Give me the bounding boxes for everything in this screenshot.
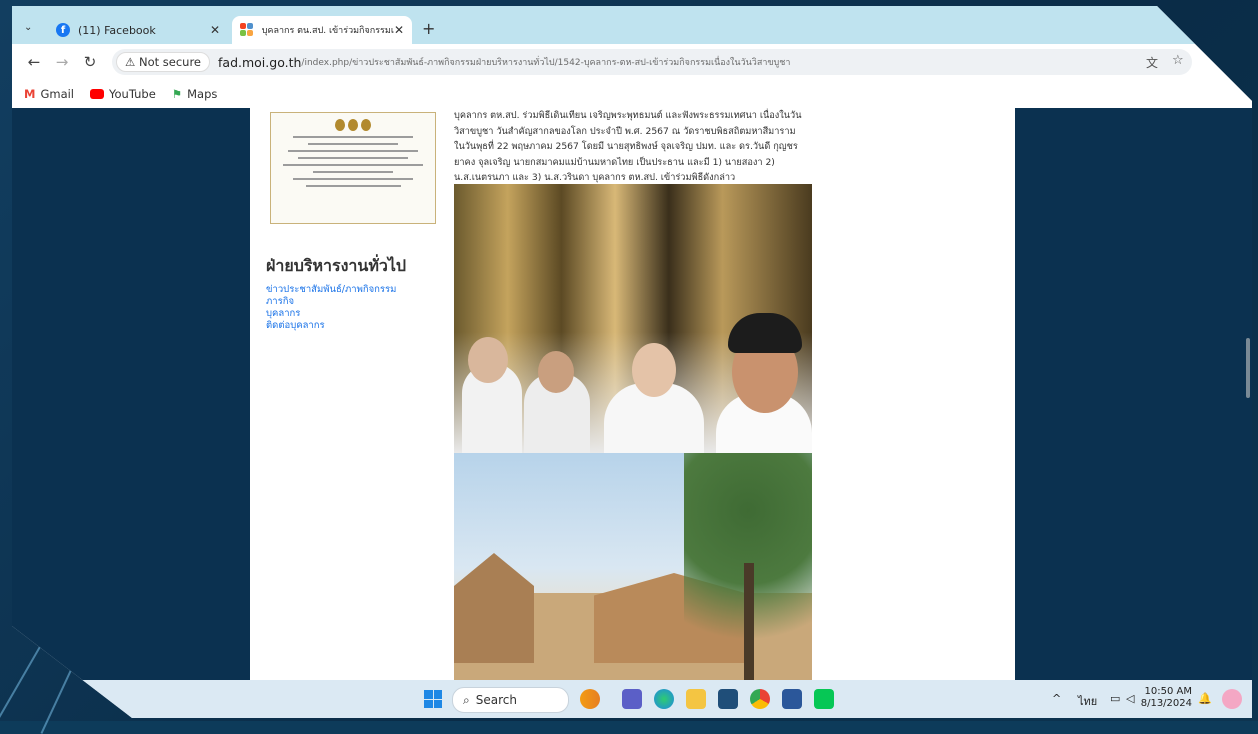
- article-line: ยาคง จุลเจริญ นายกสมาคมแม่บ้านมหาดไทย เป…: [454, 156, 775, 168]
- address-bar[interactable]: ⚠ Not secure fad.moi.go.th /index.php/ข่…: [112, 49, 1192, 75]
- sidebar-link-personnel[interactable]: บุคลากร: [266, 308, 396, 320]
- taskbar-search[interactable]: ⌕ Search: [452, 687, 569, 713]
- close-icon[interactable]: ✕: [210, 23, 220, 37]
- browser-window: ⌄ f (11) Facebook ✕ บุคลากร ตน.สป. เข้าร…: [12, 6, 1252, 718]
- bookmarks-bar: M Gmail YouTube ⚑ Maps: [12, 80, 1252, 108]
- translate-icon[interactable]: 文: [1146, 54, 1158, 71]
- event-poster-image[interactable]: [270, 112, 436, 224]
- store-icon[interactable]: [718, 689, 738, 709]
- bell-icon[interactable]: 🔔: [1198, 692, 1212, 705]
- language-indicator[interactable]: ไทย: [1078, 692, 1097, 710]
- chrome-icon[interactable]: [750, 689, 770, 709]
- volume-icon[interactable]: ◁: [1126, 692, 1134, 705]
- widget-icon[interactable]: [1222, 689, 1242, 709]
- page-content: ฝ่ายบริหารงานทั่วไป ข่าวประชาสัมพันธ์/ภา…: [250, 108, 1015, 683]
- copilot-icon[interactable]: [580, 689, 600, 709]
- bookmark-maps[interactable]: ⚑ Maps: [172, 87, 218, 101]
- sidebar-link-contact[interactable]: ติดต่อบุคลากร: [266, 320, 396, 332]
- toolbar: ← → ↻ ⚠ Not secure fad.moi.go.th /index.…: [12, 44, 1252, 80]
- sidebar-links: ข่าวประชาสัมพันธ์/ภาพกิจกรรม ภารกิจ บุคล…: [266, 284, 396, 332]
- teams-icon[interactable]: [622, 689, 642, 709]
- article-line: วิสาขบูชา วันสำคัญสากลของโลก ประจำปี พ.ศ…: [454, 125, 796, 137]
- sidebar-title: ฝ่ายบริหารงานทั่วไป: [266, 256, 407, 275]
- tab-active-page[interactable]: บุคลากร ตน.สป. เข้าร่วมกิจกรรมเนื่อ ✕: [232, 16, 412, 44]
- sidebar-link-news[interactable]: ข่าวประชาสัมพันธ์/ภาพกิจกรรม: [266, 284, 396, 296]
- clock[interactable]: 10:50 AM 8/13/2024: [1141, 686, 1192, 710]
- tab-search-button[interactable]: ⌄: [24, 22, 32, 33]
- page-viewport: ฝ่ายบริหารงานทั่วไป ข่าวประชาสัมพันธ์/ภา…: [12, 108, 1252, 683]
- tab-title: (11) Facebook: [78, 23, 156, 37]
- maps-icon: ⚑: [171, 87, 183, 101]
- taskbar: ⌕ Search ^ ไทย ▭ ◁ 10:50 AM 8/13/2024 🔔: [12, 680, 1252, 718]
- chevron-up-icon[interactable]: ^: [1052, 692, 1061, 705]
- temple-courtyard-photo[interactable]: [454, 453, 812, 683]
- article-line: ในวันพุธที่ 22 พฤษภาคม 2567 โดยมี นายสุท…: [454, 141, 798, 152]
- bookmark-youtube[interactable]: YouTube: [90, 87, 156, 101]
- bookmark-gmail[interactable]: M Gmail: [24, 87, 74, 101]
- youtube-icon: [90, 89, 105, 99]
- close-icon[interactable]: ✕: [394, 23, 404, 37]
- tab-bar: ⌄ f (11) Facebook ✕ บุคลากร ตน.สป. เข้าร…: [12, 6, 1252, 44]
- line-icon[interactable]: [814, 689, 834, 709]
- back-icon[interactable]: ←: [20, 53, 48, 71]
- joomla-icon: [240, 23, 254, 37]
- article-line: บุคลากร ตห.สป. ร่วมพิธีเดินเทียน เจริญพร…: [454, 110, 802, 121]
- start-button[interactable]: [424, 690, 442, 708]
- reload-icon[interactable]: ↻: [76, 53, 104, 71]
- facebook-icon: f: [56, 23, 70, 37]
- tab-title: บุคลากร ตน.สป. เข้าร่วมกิจกรรมเนื่อ: [261, 26, 394, 36]
- url-host: fad.moi.go.th: [218, 54, 302, 70]
- poster-logos: [271, 119, 435, 131]
- article-body: บุคลากร ตห.สป. ร่วมพิธีเดินเทียน เจริญพร…: [454, 108, 824, 186]
- new-tab-button[interactable]: +: [422, 19, 435, 38]
- edge-icon[interactable]: [654, 689, 674, 709]
- bookmark-star-icon[interactable]: ☆: [1172, 53, 1184, 68]
- gmail-icon: M: [24, 87, 36, 101]
- url-path: /index.php/ข่าวประชาสัมพันธ์-ภาพกิจกรรมฝ…: [301, 58, 791, 68]
- word-icon[interactable]: [782, 689, 802, 709]
- search-icon: ⌕: [463, 692, 470, 707]
- security-chip[interactable]: ⚠ Not secure: [116, 52, 211, 72]
- temple-selfie-photo[interactable]: [454, 184, 812, 453]
- scrollbar-thumb[interactable]: [1246, 338, 1250, 398]
- sidebar-link-mission[interactable]: ภารกิจ: [266, 296, 396, 308]
- network-icon[interactable]: ▭: [1110, 692, 1120, 705]
- tab-facebook[interactable]: f (11) Facebook ✕: [48, 16, 228, 44]
- forward-icon[interactable]: →: [48, 53, 76, 71]
- file-explorer-icon[interactable]: [686, 689, 706, 709]
